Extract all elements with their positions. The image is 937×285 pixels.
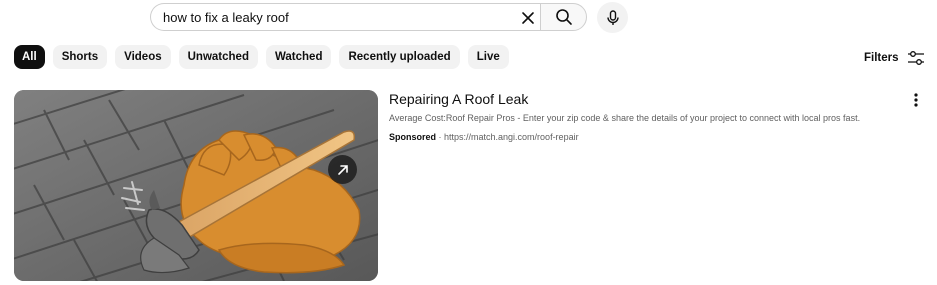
meta-separator: · — [436, 132, 445, 142]
chip-shorts[interactable]: Shorts — [52, 45, 108, 69]
search-input[interactable] — [163, 10, 503, 25]
clear-search-button[interactable] — [517, 7, 539, 29]
close-icon — [522, 12, 534, 24]
search-icon — [555, 9, 572, 25]
hammer-and-gloves-image — [14, 90, 378, 281]
more-actions-button[interactable] — [906, 90, 926, 110]
chip-unwatched[interactable]: Unwatched — [178, 45, 258, 69]
filters-label: Filters — [864, 52, 899, 64]
search-box[interactable] — [150, 3, 540, 31]
chip-live[interactable]: Live — [467, 45, 509, 69]
ad-meta: Sponsored · https://match.angi.com/roof-… — [389, 132, 579, 142]
open-link-button[interactable] — [328, 155, 357, 184]
chip-watched[interactable]: Watched — [265, 45, 332, 69]
arrow-up-right-icon — [337, 164, 348, 175]
sponsored-badge: Sponsored — [389, 132, 437, 142]
ad-thumbnail[interactable] — [14, 90, 378, 281]
chip-recently-uploaded[interactable]: Recently uploaded — [339, 45, 460, 69]
search-button[interactable] — [540, 3, 587, 31]
ad-title[interactable]: Repairing A Roof Leak — [389, 91, 528, 107]
sliders-icon — [907, 51, 924, 65]
ad-url[interactable]: https://match.angi.com/roof-repair — [444, 132, 579, 142]
voice-search-button[interactable] — [597, 2, 628, 33]
ad-description: Average Cost:Roof Repair Pros - Enter yo… — [389, 113, 861, 123]
chip-videos[interactable]: Videos — [115, 45, 171, 69]
vertical-dots-icon — [914, 93, 918, 107]
filters-button[interactable]: Filters — [864, 47, 925, 69]
filter-chip-bar: All Shorts Videos Unwatched Watched Rece… — [14, 45, 517, 69]
microphone-icon — [606, 9, 619, 25]
chip-all[interactable]: All — [14, 45, 45, 69]
